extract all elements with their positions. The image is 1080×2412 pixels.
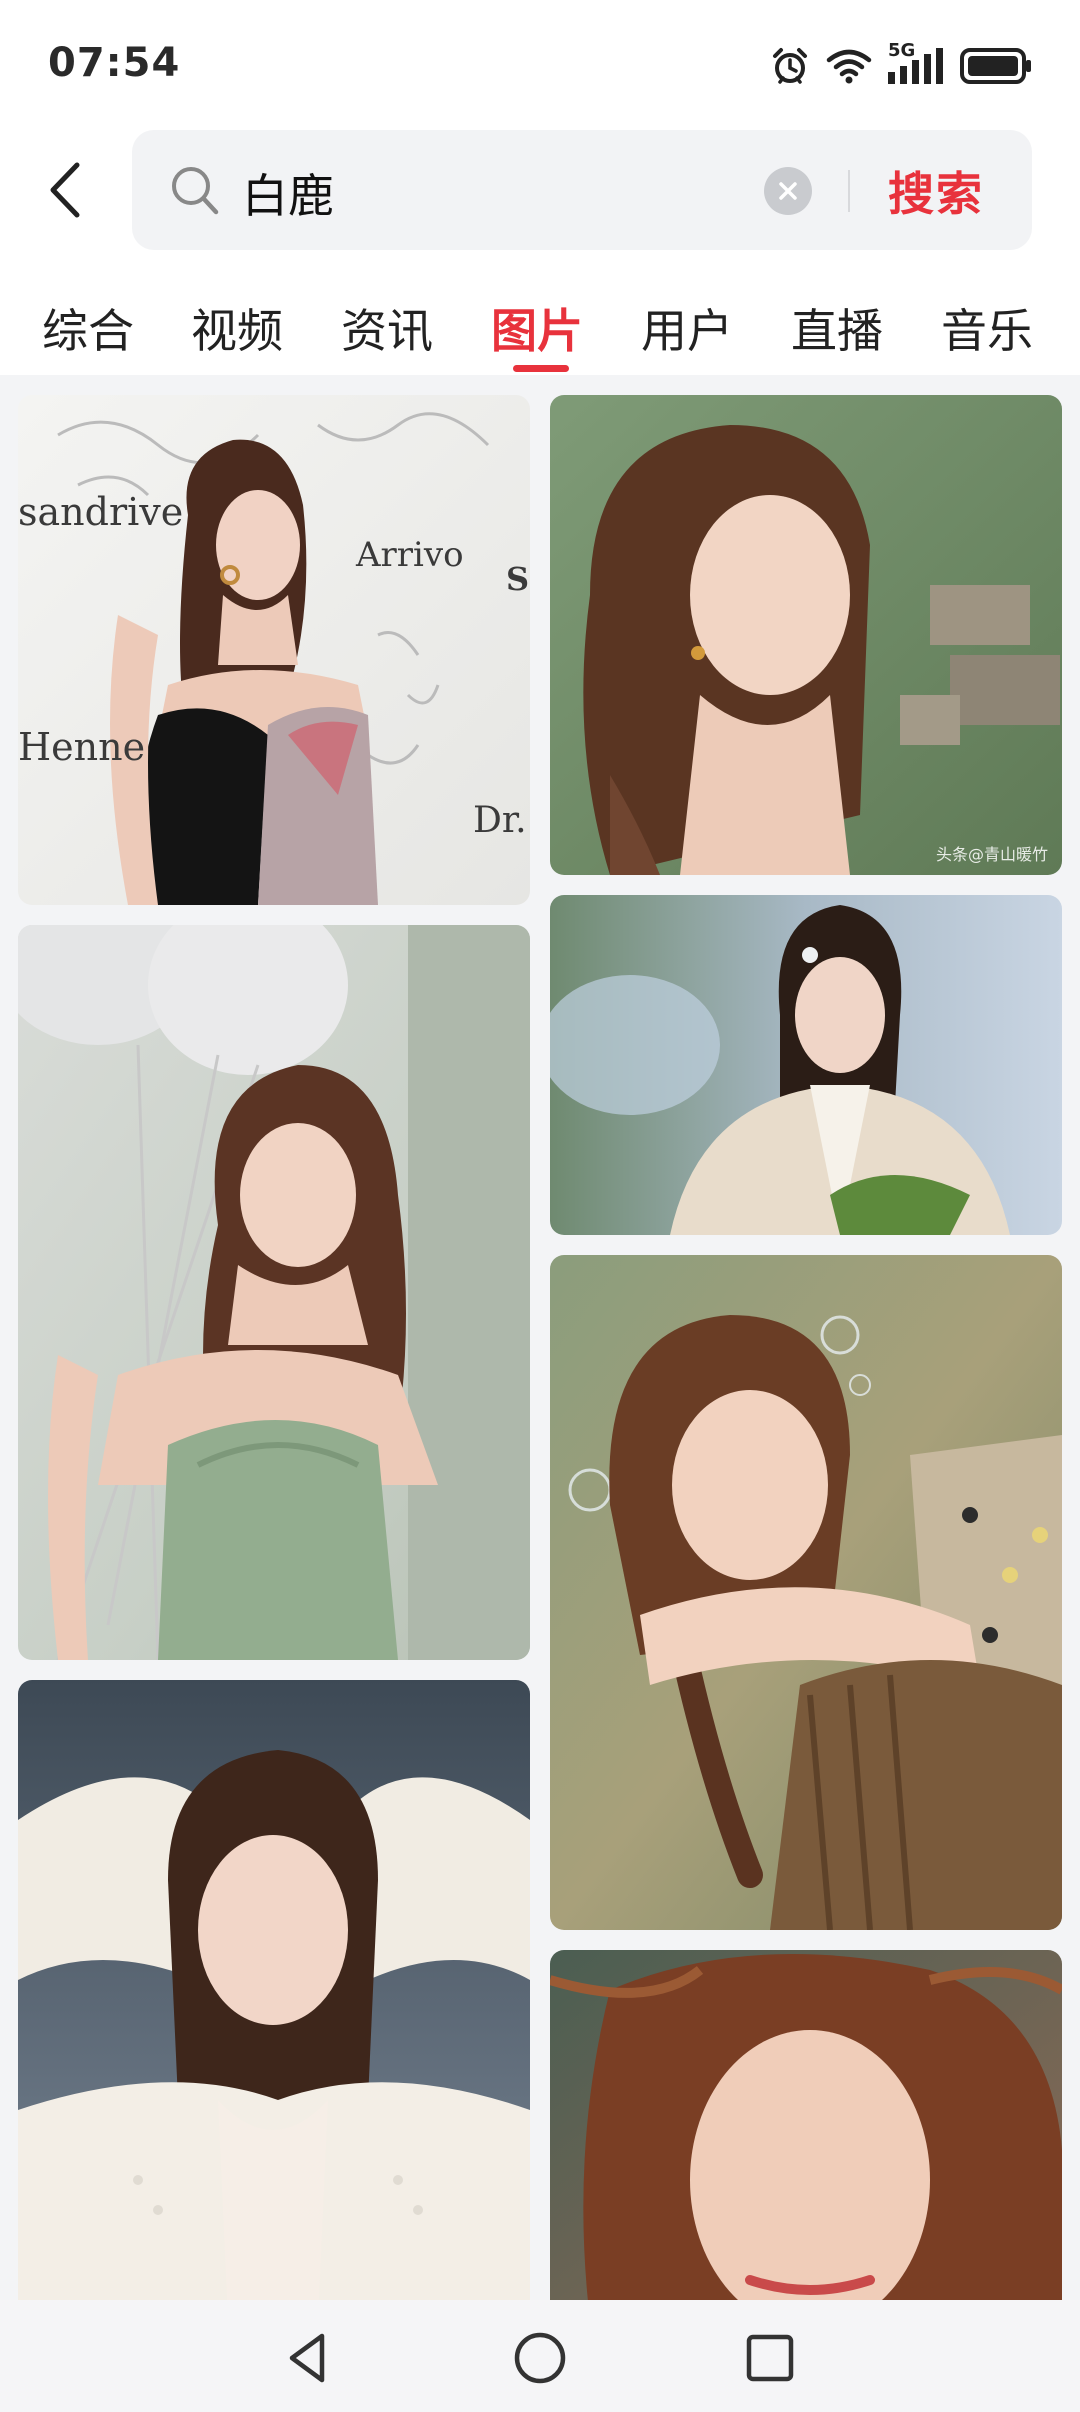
tab-music[interactable]: 音乐	[941, 295, 1033, 361]
tab-video[interactable]: 视频	[191, 295, 283, 361]
home-circle-icon	[514, 2332, 566, 2384]
search-box[interactable]: 白鹿 搜索	[132, 130, 1032, 250]
clear-search-button[interactable]	[764, 167, 812, 215]
image-result-card[interactable]	[18, 925, 530, 1660]
wall-text-henne: Henne	[18, 725, 146, 769]
system-nav-bar	[0, 2300, 1080, 2412]
search-input[interactable]: 白鹿	[242, 160, 334, 226]
image-result-card[interactable]: sandrive Arrivo Henne Dr. S	[18, 395, 530, 905]
back-button[interactable]	[40, 155, 90, 225]
watermark: 头条@青山暖竹	[935, 845, 1048, 864]
search-icon	[170, 165, 220, 221]
nav-home-button[interactable]	[510, 2328, 570, 2388]
wall-text-s: S	[506, 560, 530, 598]
image-result-card[interactable]	[550, 895, 1062, 1235]
signal-icon: 5G	[888, 40, 944, 88]
recents-square-icon	[746, 2334, 794, 2382]
back-arrow-icon	[50, 162, 80, 218]
nav-back-button[interactable]	[278, 2328, 338, 2388]
photo-green-dress	[18, 925, 530, 1660]
search-divider	[848, 170, 850, 212]
wall-text-sandrive: sandrive	[18, 490, 184, 534]
status-icons: 5G	[770, 40, 1032, 88]
tab-images[interactable]: 图片	[491, 295, 583, 361]
image-result-card[interactable]: 头条@青山暖竹	[550, 395, 1062, 875]
search-button[interactable]: 搜索	[888, 158, 984, 224]
photo-braided-hair	[550, 395, 1062, 875]
tab-news[interactable]: 资讯	[341, 295, 433, 361]
close-icon	[779, 182, 797, 200]
tab-general[interactable]: 综合	[42, 295, 134, 361]
photo-wooden-railing	[550, 1255, 1062, 1930]
search-header: 白鹿 搜索	[0, 130, 1080, 255]
nav-recents-button[interactable]	[740, 2328, 800, 2388]
image-result-card[interactable]	[550, 1255, 1062, 1930]
image-result-card[interactable]	[550, 1950, 1062, 2300]
photo-knit-cardigan	[18, 1680, 530, 2300]
wall-text-arrivo: Arrivo	[356, 535, 464, 575]
status-time: 07:54	[48, 40, 181, 86]
wall-text-dr: Dr.	[473, 800, 527, 841]
tab-users[interactable]: 用户	[641, 295, 733, 361]
alarm-icon	[770, 46, 810, 86]
tab-live[interactable]: 直播	[791, 295, 883, 361]
image-results-grid: sandrive Arrivo Henne Dr. S 头条@青山暖竹	[0, 375, 1080, 2300]
status-bar: 07:54 5G	[0, 0, 1080, 130]
photo-red-carpet	[18, 395, 530, 905]
back-triangle-icon	[289, 2333, 325, 2383]
photo-windswept-hair	[550, 1950, 1062, 2300]
category-tabs: 综合 视频 资讯 图片 用户 直播 音乐	[0, 285, 1080, 375]
photo-white-hanfu	[550, 895, 1062, 1235]
battery-icon	[960, 46, 1032, 86]
image-result-card[interactable]	[18, 1680, 530, 2300]
wifi-icon	[826, 48, 872, 84]
active-tab-indicator	[513, 365, 569, 372]
